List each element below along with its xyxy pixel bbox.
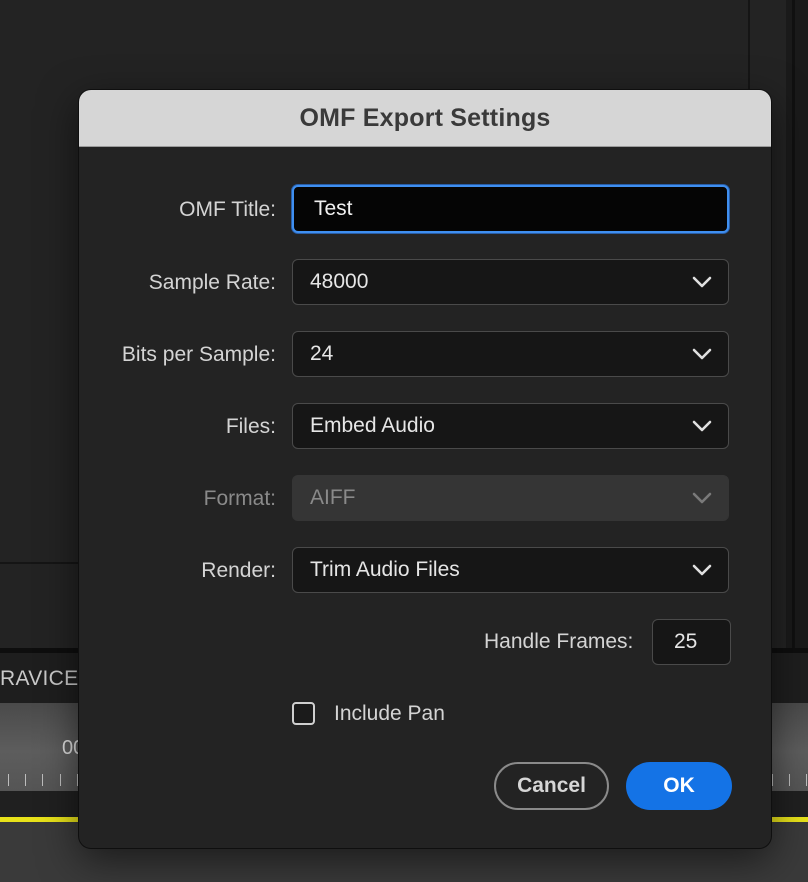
sample-rate-row: Sample Rate: 48000 (79, 259, 771, 307)
render-row: Render: Trim Audio Files (79, 547, 771, 595)
bits-per-sample-value: 24 (310, 342, 334, 365)
format-label: Format: (203, 487, 276, 510)
handle-frames-input[interactable]: 25 (652, 619, 731, 665)
bits-per-sample-label: Bits per Sample: (121, 343, 276, 366)
background-strip (786, 0, 808, 650)
bits-per-sample-select[interactable]: 24 (292, 331, 729, 377)
bits-per-sample-row: Bits per Sample: 24 (79, 331, 771, 379)
include-pan-label[interactable]: Include Pan (334, 699, 445, 729)
sample-rate-label: Sample Rate: (148, 271, 276, 294)
chevron-down-icon (692, 492, 712, 504)
render-select[interactable]: Trim Audio Files (292, 547, 729, 593)
chevron-down-icon (692, 564, 712, 576)
dialog-title: OMF Export Settings (299, 103, 551, 132)
files-row: Files: Embed Audio (79, 403, 771, 451)
ok-button[interactable]: OK (626, 762, 732, 810)
render-label: Render: (201, 559, 276, 582)
omf-export-settings-dialog: OMF Export Settings OMF Title: Test Samp… (79, 90, 771, 848)
background-strip-edge (792, 0, 795, 650)
render-value: Trim Audio Files (310, 558, 460, 581)
omf-title-value: Test (314, 197, 353, 220)
panel-divider-horizontal (0, 562, 82, 564)
chevron-down-icon (692, 348, 712, 360)
handle-frames-label: Handle Frames: (484, 630, 634, 653)
chevron-down-icon (692, 420, 712, 432)
sequence-tab-label[interactable]: RAVICE_ (0, 667, 90, 691)
format-value: AIFF (310, 486, 356, 509)
handle-frames-value: 25 (674, 630, 698, 653)
cancel-button[interactable]: Cancel (494, 762, 609, 810)
omf-title-label: OMF Title: (179, 198, 276, 221)
chevron-down-icon (692, 276, 712, 288)
format-select: AIFF (292, 475, 729, 521)
files-value: Embed Audio (310, 414, 435, 437)
format-row: Format: AIFF (79, 475, 771, 523)
files-label: Files: (225, 415, 276, 438)
files-select[interactable]: Embed Audio (292, 403, 729, 449)
omf-title-row: OMF Title: Test (79, 185, 771, 234)
include-pan-checkbox[interactable] (292, 702, 315, 725)
dialog-titlebar[interactable]: OMF Export Settings (79, 90, 771, 147)
omf-title-input[interactable]: Test (292, 185, 729, 233)
sample-rate-value: 48000 (310, 270, 369, 293)
sample-rate-select[interactable]: 48000 (292, 259, 729, 305)
